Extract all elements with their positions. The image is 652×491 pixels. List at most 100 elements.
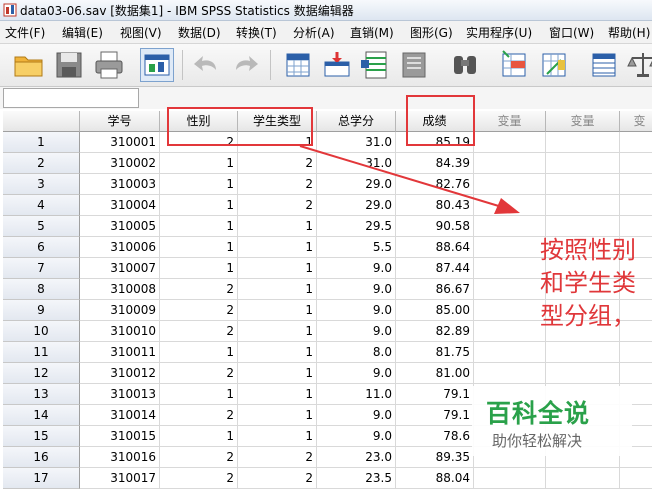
cell-type[interactable]: 2 bbox=[238, 447, 317, 468]
cell-empty[interactable] bbox=[546, 132, 620, 153]
cell-empty[interactable] bbox=[546, 153, 620, 174]
cell-gender[interactable]: 1 bbox=[160, 237, 238, 258]
dialog-recall-icon[interactable] bbox=[140, 48, 174, 82]
cell-empty[interactable] bbox=[474, 468, 546, 489]
cell-score[interactable]: 87.44 bbox=[396, 258, 474, 279]
menu-help[interactable]: 帮助(H) bbox=[608, 24, 650, 41]
column-header-type[interactable]: 学生类型 bbox=[238, 111, 317, 132]
cell-gender[interactable]: 2 bbox=[160, 132, 238, 153]
cell-empty[interactable] bbox=[474, 279, 546, 300]
cell-empty[interactable] bbox=[474, 174, 546, 195]
cell-empty[interactable] bbox=[620, 363, 652, 384]
cell-id[interactable]: 310010 bbox=[80, 321, 160, 342]
insert-cases-icon[interactable] bbox=[498, 48, 532, 82]
cell-credits[interactable]: 9.0 bbox=[317, 321, 396, 342]
cell-empty[interactable] bbox=[620, 195, 652, 216]
cell-score[interactable]: 84.39 bbox=[396, 153, 474, 174]
cell-credits[interactable]: 11.0 bbox=[317, 384, 396, 405]
cell-id[interactable]: 310007 bbox=[80, 258, 160, 279]
column-header-var[interactable]: 变量 bbox=[474, 111, 546, 132]
column-header-gender[interactable]: 性别 bbox=[160, 111, 238, 132]
cell-gender[interactable]: 2 bbox=[160, 363, 238, 384]
cell-empty[interactable] bbox=[620, 468, 652, 489]
cell-id[interactable]: 310014 bbox=[80, 405, 160, 426]
cell-gender[interactable]: 1 bbox=[160, 426, 238, 447]
cell-type[interactable]: 2 bbox=[238, 174, 317, 195]
cell-id[interactable]: 310005 bbox=[80, 216, 160, 237]
insert-variable-icon[interactable] bbox=[538, 48, 572, 82]
cell-type[interactable]: 1 bbox=[238, 132, 317, 153]
cell-credits[interactable]: 29.5 bbox=[317, 216, 396, 237]
cell-type[interactable]: 1 bbox=[238, 279, 317, 300]
cell-score[interactable]: 90.58 bbox=[396, 216, 474, 237]
menu-analyze[interactable]: 分析(A) bbox=[293, 24, 335, 41]
cell-gender[interactable]: 2 bbox=[160, 279, 238, 300]
cell-score[interactable]: 79.1 bbox=[396, 405, 474, 426]
row-number[interactable]: 8 bbox=[3, 279, 80, 300]
cell-credits[interactable]: 9.0 bbox=[317, 279, 396, 300]
cell-credits[interactable]: 5.5 bbox=[317, 237, 396, 258]
save-icon[interactable] bbox=[52, 48, 86, 82]
cell-id[interactable]: 310008 bbox=[80, 279, 160, 300]
cell-gender[interactable]: 2 bbox=[160, 468, 238, 489]
find-icon[interactable] bbox=[448, 48, 482, 82]
cell-type[interactable]: 2 bbox=[238, 468, 317, 489]
cell-gender[interactable]: 1 bbox=[160, 153, 238, 174]
cell-id[interactable]: 310004 bbox=[80, 195, 160, 216]
cell-credits[interactable]: 23.5 bbox=[317, 468, 396, 489]
menu-view[interactable]: 视图(V) bbox=[120, 24, 162, 41]
row-number[interactable]: 3 bbox=[3, 174, 80, 195]
cell-id[interactable]: 310002 bbox=[80, 153, 160, 174]
cell-gender[interactable]: 1 bbox=[160, 174, 238, 195]
cell-gender[interactable]: 1 bbox=[160, 195, 238, 216]
menu-direct-marketing[interactable]: 直销(M) bbox=[350, 24, 394, 41]
cell-gender[interactable]: 1 bbox=[160, 216, 238, 237]
cell-empty[interactable] bbox=[474, 321, 546, 342]
undo-icon[interactable] bbox=[190, 48, 224, 82]
cell-empty[interactable] bbox=[474, 237, 546, 258]
redo-icon[interactable] bbox=[228, 48, 262, 82]
cell-empty[interactable] bbox=[546, 174, 620, 195]
menu-transform[interactable]: 转换(T) bbox=[236, 24, 277, 41]
row-number[interactable]: 1 bbox=[3, 132, 80, 153]
row-number[interactable]: 15 bbox=[3, 426, 80, 447]
cell-empty[interactable] bbox=[620, 174, 652, 195]
cell-credits[interactable]: 31.0 bbox=[317, 153, 396, 174]
cell-credits[interactable]: 9.0 bbox=[317, 363, 396, 384]
menu-window[interactable]: 窗口(W) bbox=[549, 24, 594, 41]
cell-type[interactable]: 1 bbox=[238, 237, 317, 258]
cell-empty[interactable] bbox=[474, 153, 546, 174]
cell-empty[interactable] bbox=[546, 195, 620, 216]
cell-empty[interactable] bbox=[620, 153, 652, 174]
cell-credits[interactable]: 9.0 bbox=[317, 258, 396, 279]
cell-credits[interactable]: 23.0 bbox=[317, 447, 396, 468]
row-number[interactable]: 9 bbox=[3, 300, 80, 321]
cell-score[interactable]: 81.75 bbox=[396, 342, 474, 363]
row-number[interactable]: 7 bbox=[3, 258, 80, 279]
cell-type[interactable]: 1 bbox=[238, 363, 317, 384]
cell-gender[interactable]: 2 bbox=[160, 405, 238, 426]
column-header-id[interactable]: 学号 bbox=[80, 111, 160, 132]
cell-type[interactable]: 1 bbox=[238, 216, 317, 237]
weight-cases-icon[interactable] bbox=[626, 48, 652, 82]
cell-empty[interactable] bbox=[474, 342, 546, 363]
cell-credits[interactable]: 9.0 bbox=[317, 300, 396, 321]
cell-id[interactable]: 310003 bbox=[80, 174, 160, 195]
cell-type[interactable]: 1 bbox=[238, 426, 317, 447]
cell-type[interactable]: 1 bbox=[238, 342, 317, 363]
cell-score[interactable]: 79.1 bbox=[396, 384, 474, 405]
cell-score[interactable]: 81.00 bbox=[396, 363, 474, 384]
cell-gender[interactable]: 2 bbox=[160, 321, 238, 342]
row-number[interactable]: 16 bbox=[3, 447, 80, 468]
split-file-icon[interactable] bbox=[588, 48, 622, 82]
row-number[interactable]: 13 bbox=[3, 384, 80, 405]
row-number[interactable]: 11 bbox=[3, 342, 80, 363]
cell-empty[interactable] bbox=[546, 342, 620, 363]
cell-id[interactable]: 310016 bbox=[80, 447, 160, 468]
cell-empty[interactable] bbox=[474, 132, 546, 153]
cell-credits[interactable]: 8.0 bbox=[317, 342, 396, 363]
cell-gender[interactable]: 1 bbox=[160, 342, 238, 363]
cell-empty[interactable] bbox=[474, 258, 546, 279]
cell-score[interactable]: 88.04 bbox=[396, 468, 474, 489]
cell-id[interactable]: 310012 bbox=[80, 363, 160, 384]
